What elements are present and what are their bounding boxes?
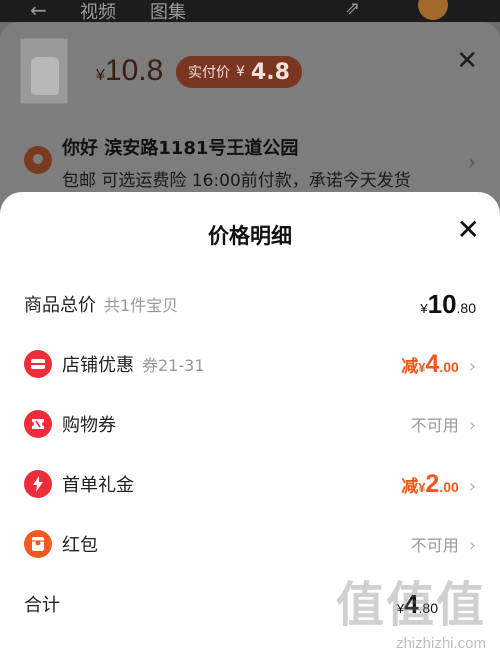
discount-decimal: .00: [439, 358, 459, 375]
close-icon[interactable]: ✕: [457, 216, 480, 244]
goods-total-row: 商品总价 共1件宝贝 ¥10.80: [0, 284, 500, 324]
red-packet-row[interactable]: 红包 不可用 ›: [0, 524, 500, 564]
discount-prefix: 减: [401, 476, 419, 496]
shopping-coupon-value: 不可用 ›: [411, 412, 476, 436]
share-icon[interactable]: ⇗: [345, 0, 360, 19]
discount-prefix: 减: [401, 356, 419, 376]
goods-count-hint: 共1件宝贝: [104, 296, 179, 315]
currency-symbol: ¥: [418, 359, 426, 375]
chevron-right-icon[interactable]: ›: [468, 150, 476, 174]
location-icon: [24, 146, 52, 174]
red-packet-label: 红包: [62, 535, 98, 556]
shipping-info: 包邮 可选运费险 16:00前付款，承诺今天发货: [62, 171, 411, 191]
price-integer: 10: [427, 288, 457, 319]
sheet-title: 价格明细: [208, 224, 292, 248]
address-name[interactable]: 你好 滨安路1181号王道公园: [62, 134, 298, 160]
first-order-gift-label: 首单礼金: [62, 475, 134, 496]
chevron-right-icon: ›: [468, 535, 476, 556]
goods-total-label: 商品总价 共1件宝贝: [24, 291, 178, 317]
first-order-gift-value: 减 ¥2.00 ›: [401, 470, 476, 499]
product-thumbnail[interactable]: [20, 38, 68, 104]
red-packet-value: 不可用 ›: [411, 532, 476, 556]
shop-discount-label: 店铺优惠 券21-31: [62, 351, 205, 377]
product-image: [31, 57, 59, 95]
currency-symbol: ¥: [418, 479, 426, 495]
lightning-icon: [24, 470, 52, 498]
coupon-hint: 券21-31: [142, 356, 205, 375]
real-price-badge[interactable]: 实付价 ¥ 4.8: [176, 56, 302, 88]
shop-discount-row[interactable]: 店铺优惠 券21-31 减 ¥4.00 ›: [0, 344, 500, 384]
currency-symbol: ¥: [96, 67, 105, 84]
discount-integer: 2: [425, 469, 440, 498]
real-price-label: 实付价: [188, 65, 230, 81]
first-order-gift-row[interactable]: 首单礼金 减 ¥2.00 ›: [0, 464, 500, 504]
shopping-coupon-label: 购物券: [62, 415, 116, 436]
shop-discount-value: 减 ¥4.00 ›: [401, 350, 476, 379]
goods-total-title: 商品总价: [24, 295, 96, 316]
close-icon[interactable]: ✕: [456, 46, 478, 76]
currency-symbol: ¥: [420, 300, 428, 316]
goods-total-value: ¥10.80: [420, 289, 476, 320]
back-icon[interactable]: ←: [30, 0, 47, 22]
price-detail-sheet: 价格明细 ✕ 商品总价 共1件宝贝 ¥10.80 店铺优惠 券21-31 减 ¥4.0…: [0, 192, 500, 660]
real-price-value: 4.8: [250, 59, 290, 85]
watermark: 值值值 zhizhizhi.com: [336, 565, 486, 652]
top-app-bar: ← 视频 图集 ⇗: [0, 0, 500, 24]
product-price: ¥10.8: [96, 54, 163, 88]
unavailable-status: 不可用: [410, 416, 459, 435]
discount-integer: 4: [425, 349, 440, 378]
shop-coupon-icon: [24, 350, 52, 378]
price-decimal: .80: [456, 299, 476, 316]
watermark-logo: 值值值: [335, 577, 486, 633]
real-price-currency: ¥: [236, 64, 245, 80]
shopping-coupon-row[interactable]: 购物券 不可用 ›: [0, 404, 500, 444]
unavailable-status: 不可用: [410, 536, 459, 555]
red-packet-icon: [24, 530, 52, 558]
discount-decimal: .00: [439, 478, 459, 495]
tab-video[interactable]: 视频: [80, 0, 116, 24]
watermark-url: zhizhizhi.com: [395, 635, 486, 652]
avatar[interactable]: [418, 0, 448, 20]
price-value: 10.8: [104, 54, 164, 87]
tab-gallery[interactable]: 图集: [150, 0, 186, 24]
ticket-icon: [24, 410, 52, 438]
shop-discount-title: 店铺优惠: [62, 355, 134, 376]
total-label: 合计: [24, 595, 60, 616]
chevron-right-icon: ›: [468, 415, 476, 436]
chevron-right-icon: ›: [468, 355, 476, 377]
chevron-right-icon: ›: [468, 475, 476, 497]
